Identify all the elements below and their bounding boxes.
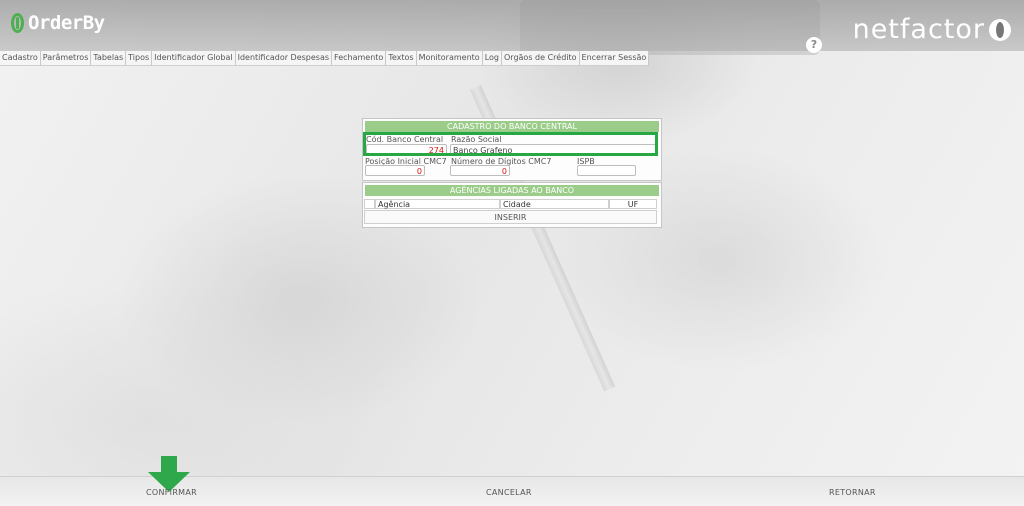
top-header: OrderBy netfactor ? <box>0 0 1024 53</box>
agencias-panel-title: AGÊNCIAS LIGADAS AO BANCO <box>365 185 659 196</box>
col-spacer <box>364 199 375 209</box>
retornar-button[interactable]: RETORNAR <box>829 488 876 497</box>
netfactor-logo-text: netfactor <box>852 14 985 45</box>
netfactor-logo-icon <box>989 18 1011 41</box>
menu-item-tipos[interactable]: Tipos <box>126 51 153 65</box>
background-photo <box>0 0 1024 505</box>
menu-item-textos[interactable]: Textos <box>386 51 417 65</box>
cancelar-button[interactable]: CANCELAR <box>486 488 532 497</box>
menu-item-encerrar-sess-o[interactable]: Encerrar Sessão <box>580 51 650 65</box>
numero-digitos-input[interactable]: 0 <box>450 165 510 176</box>
orderby-logo[interactable]: OrderBy <box>11 12 105 34</box>
menu-item-tabelas[interactable]: Tabelas <box>91 51 127 65</box>
down-arrow-icon <box>148 456 190 492</box>
col-cidade: Cidade <box>500 199 609 209</box>
ispb-input[interactable] <box>577 165 636 176</box>
posicao-inicial-input[interactable]: 0 <box>365 165 425 176</box>
menu-item-log[interactable]: Log <box>483 51 502 65</box>
highlight-box <box>363 132 658 156</box>
menu-item-par-metros[interactable]: Parâmetros <box>41 51 92 65</box>
inserir-button[interactable]: INSERIR <box>364 210 657 224</box>
help-icon[interactable]: ? <box>806 37 822 53</box>
menu-item-identificador-despesas[interactable]: Identificador Despesas <box>236 51 333 65</box>
col-uf: UF <box>609 199 657 209</box>
menu-item-monitoramento[interactable]: Monitoramento <box>417 51 483 65</box>
cadastro-panel-title: CADASTRO DO BANCO CENTRAL <box>365 121 659 132</box>
main-menu: Cadastro Parâmetros Tabelas Tipos Identifica… <box>0 51 650 66</box>
menu-item-cadastro[interactable]: Cadastro <box>0 51 41 65</box>
menu-item-identificador-global[interactable]: Identificador Global <box>152 51 236 65</box>
orderby-logo-text: OrderBy <box>28 12 105 34</box>
orderby-logo-icon <box>11 13 24 33</box>
confirmar-button[interactable]: CONFIRMAR <box>146 488 197 497</box>
menu-item-org-os-de-cr-dito[interactable]: Orgãos de Crédito <box>502 51 580 65</box>
menu-item-fechamento[interactable]: Fechamento <box>332 51 387 65</box>
col-agencia: Agência <box>375 199 500 209</box>
netfactor-logo: netfactor <box>853 14 1011 45</box>
